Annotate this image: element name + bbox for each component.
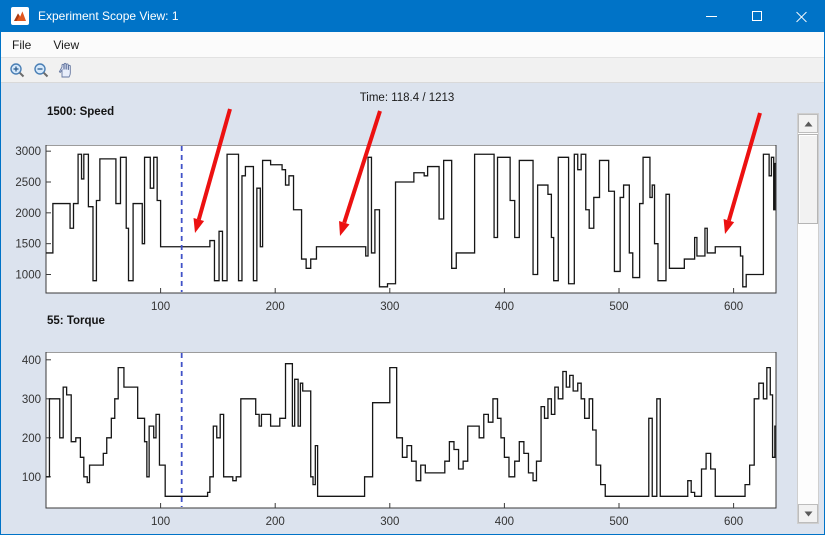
matlab-app-icon [11,7,29,25]
svg-text:300: 300 [22,394,41,406]
maximize-button[interactable] [734,0,779,32]
scroll-down-icon [804,511,813,517]
svg-text:300: 300 [380,301,399,313]
speed-plot-title: 1500: Speed [47,106,114,118]
zoom-in-button[interactable] [6,60,28,81]
svg-text:300: 300 [380,516,399,528]
svg-text:1000: 1000 [15,270,41,282]
close-button[interactable] [779,0,824,32]
svg-text:200: 200 [22,433,41,445]
svg-text:200: 200 [266,516,285,528]
svg-text:500: 500 [609,301,628,313]
zoom-out-icon [33,62,50,79]
close-icon [796,11,807,22]
time-readout: Time: 118.4 / 1213 [301,92,513,104]
scrollbar-thumb[interactable] [798,134,818,224]
vertical-scrollbar[interactable] [797,113,819,524]
svg-text:400: 400 [495,516,514,528]
title-bar: Experiment Scope View: 1 [1,0,824,32]
svg-text:200: 200 [266,301,285,313]
toolbar [1,58,824,83]
svg-text:3000: 3000 [15,146,41,158]
scope-content: Time: 118.4 / 1213 1500: Speed 55: Torqu… [1,83,825,535]
scrollbar-down-button[interactable] [798,504,818,523]
svg-text:2500: 2500 [15,177,41,189]
svg-text:600: 600 [724,301,743,313]
svg-text:600: 600 [724,516,743,528]
svg-text:100: 100 [22,472,41,484]
experiment-scope-window: Experiment Scope View: 1 File View [0,0,825,535]
minimize-button[interactable] [689,0,734,32]
svg-text:400: 400 [495,301,514,313]
pan-button[interactable] [54,60,76,81]
svg-text:2000: 2000 [15,208,41,220]
menu-bar: File View [1,32,824,58]
zoom-in-icon [9,62,26,79]
svg-text:1500: 1500 [15,239,41,251]
scroll-up-icon [804,121,813,127]
minimize-icon [706,16,717,17]
svg-text:100: 100 [151,516,170,528]
menu-view[interactable]: View [42,32,90,57]
pan-hand-icon [57,62,74,79]
scrollbar-up-button[interactable] [798,114,818,133]
svg-text:400: 400 [22,355,41,367]
svg-text:100: 100 [151,301,170,313]
menu-file[interactable]: File [1,32,42,57]
zoom-out-button[interactable] [30,60,52,81]
maximize-icon [752,11,762,21]
svg-text:500: 500 [609,516,628,528]
window-title: Experiment Scope View: 1 [38,9,179,23]
